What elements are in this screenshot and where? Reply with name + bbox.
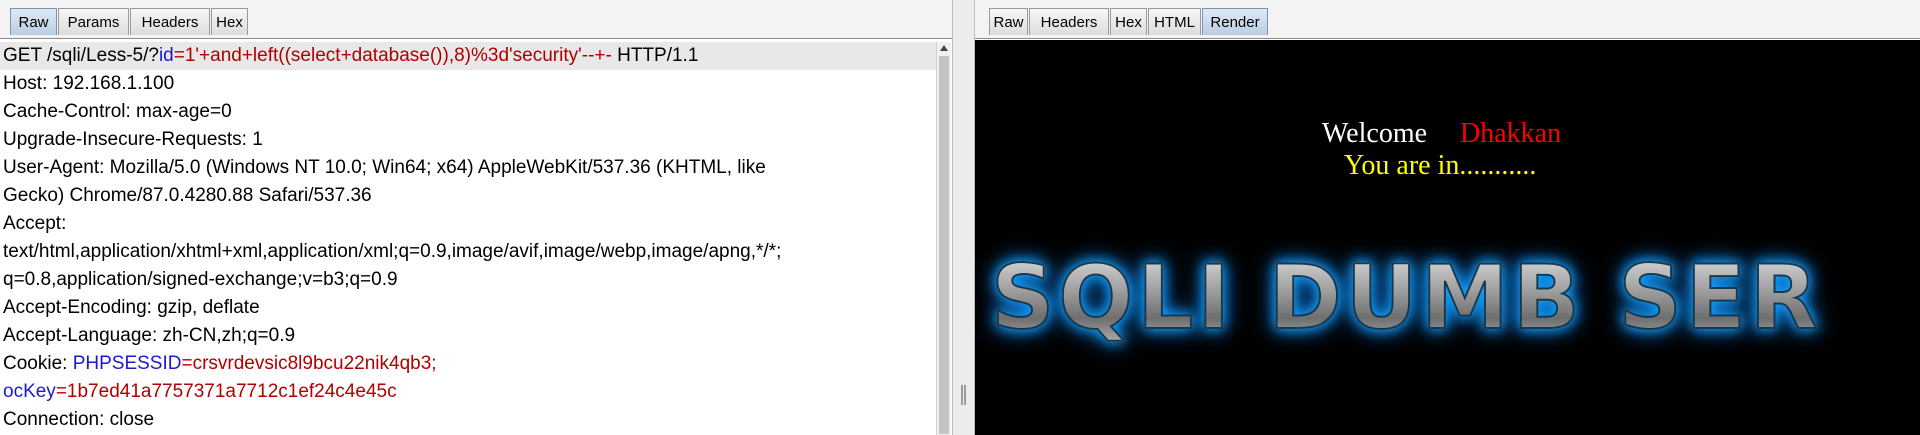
response-tab-render[interactable]: Render [1202, 8, 1268, 35]
request-param-eq: = [173, 45, 185, 66]
request-protocol: HTTP/1.1 [611, 45, 699, 66]
sqli-banner-logo: SQLI DUMB SER [990, 245, 1822, 350]
header-accept-encoding[interactable]: Accept-Encoding: gzip, deflate [0, 294, 938, 322]
pane-splitter[interactable] [952, 0, 975, 435]
header-host[interactable]: Host: 192.168.1.100 [0, 70, 938, 98]
cookie-phpsessid-name: PHPSESSID [72, 353, 182, 374]
request-tab-raw[interactable]: Raw [10, 8, 57, 35]
header-accept-value[interactable]: text/html,application/xhtml+xml,applicat… [0, 238, 938, 266]
scrollbar-thumb[interactable] [939, 56, 949, 434]
response-tab-hex[interactable]: Hex [1110, 8, 1147, 35]
splitter-grip-icon[interactable] [961, 385, 966, 405]
request-scrollbar[interactable] [936, 42, 951, 435]
request-param-key: id [158, 45, 174, 66]
cookie-ockey-name: ocKey [3, 381, 56, 402]
cookie-label: Cookie: [3, 353, 73, 374]
request-method-path: GET /sqli/Less-5/? [3, 45, 159, 66]
header-cache-control[interactable]: Cache-Control: max-age=0 [0, 98, 938, 126]
rendered-response: Welcome Dhakkan You are in........... SQ… [975, 40, 1920, 435]
response-tab-headers[interactable]: Headers [1029, 8, 1109, 35]
response-tab-raw[interactable]: Raw [989, 8, 1028, 35]
login-status-text: You are in........... [1344, 150, 1537, 181]
scroll-up-arrow-icon[interactable] [940, 45, 948, 51]
cookie-ockey-value: 1b7ed41a7757371a7712c1ef24c4e45c [66, 381, 397, 402]
header-cookie[interactable]: Cookie: PHPSESSID=crsvrdevsic8l9bcu22nik… [0, 350, 938, 378]
request-line[interactable]: GET /sqli/Less-5/?id=1'+and+left((select… [0, 42, 938, 70]
header-accept-language[interactable]: Accept-Language: zh-CN,zh;q=0.9 [0, 322, 938, 350]
header-accept-value-cont[interactable]: q=0.8,application/signed-exchange;v=b3;q… [0, 266, 938, 294]
response-tab-html[interactable]: HTML [1148, 8, 1201, 35]
cookie-phpsessid-value: crsvrdevsic8l9bcu22nik4qb3; [192, 353, 437, 374]
response-pane: Raw Headers Hex HTML Render Welcome Dhak… [975, 0, 1920, 435]
request-editor[interactable]: GET /sqli/Less-5/?id=1'+and+left((select… [0, 42, 938, 435]
username-text: Dhakkan [1460, 118, 1562, 149]
request-param-value: 1'+and+left((select+database()),8)%3d'se… [184, 45, 612, 66]
request-tab-bar: Raw Params Headers Hex [0, 0, 952, 39]
header-user-agent-cont[interactable]: Gecko) Chrome/87.0.4280.88 Safari/537.36 [0, 182, 938, 210]
request-pane: Raw Params Headers Hex GET /sqli/Less-5/… [0, 0, 952, 435]
response-tab-bar: Raw Headers Hex HTML Render [975, 0, 1920, 39]
welcome-text: Welcome [1322, 118, 1428, 149]
header-connection[interactable]: Connection: close [0, 406, 938, 434]
request-tab-params[interactable]: Params [58, 8, 129, 35]
header-accept[interactable]: Accept: [0, 210, 938, 238]
request-tab-headers[interactable]: Headers [130, 8, 210, 35]
header-cookie-cont[interactable]: ocKey=1b7ed41a7757371a7712c1ef24c4e45c [0, 378, 938, 406]
header-user-agent[interactable]: User-Agent: Mozilla/5.0 (Windows NT 10.0… [0, 154, 938, 182]
request-tab-hex[interactable]: Hex [211, 8, 248, 35]
header-upgrade-insecure[interactable]: Upgrade-Insecure-Requests: 1 [0, 126, 938, 154]
